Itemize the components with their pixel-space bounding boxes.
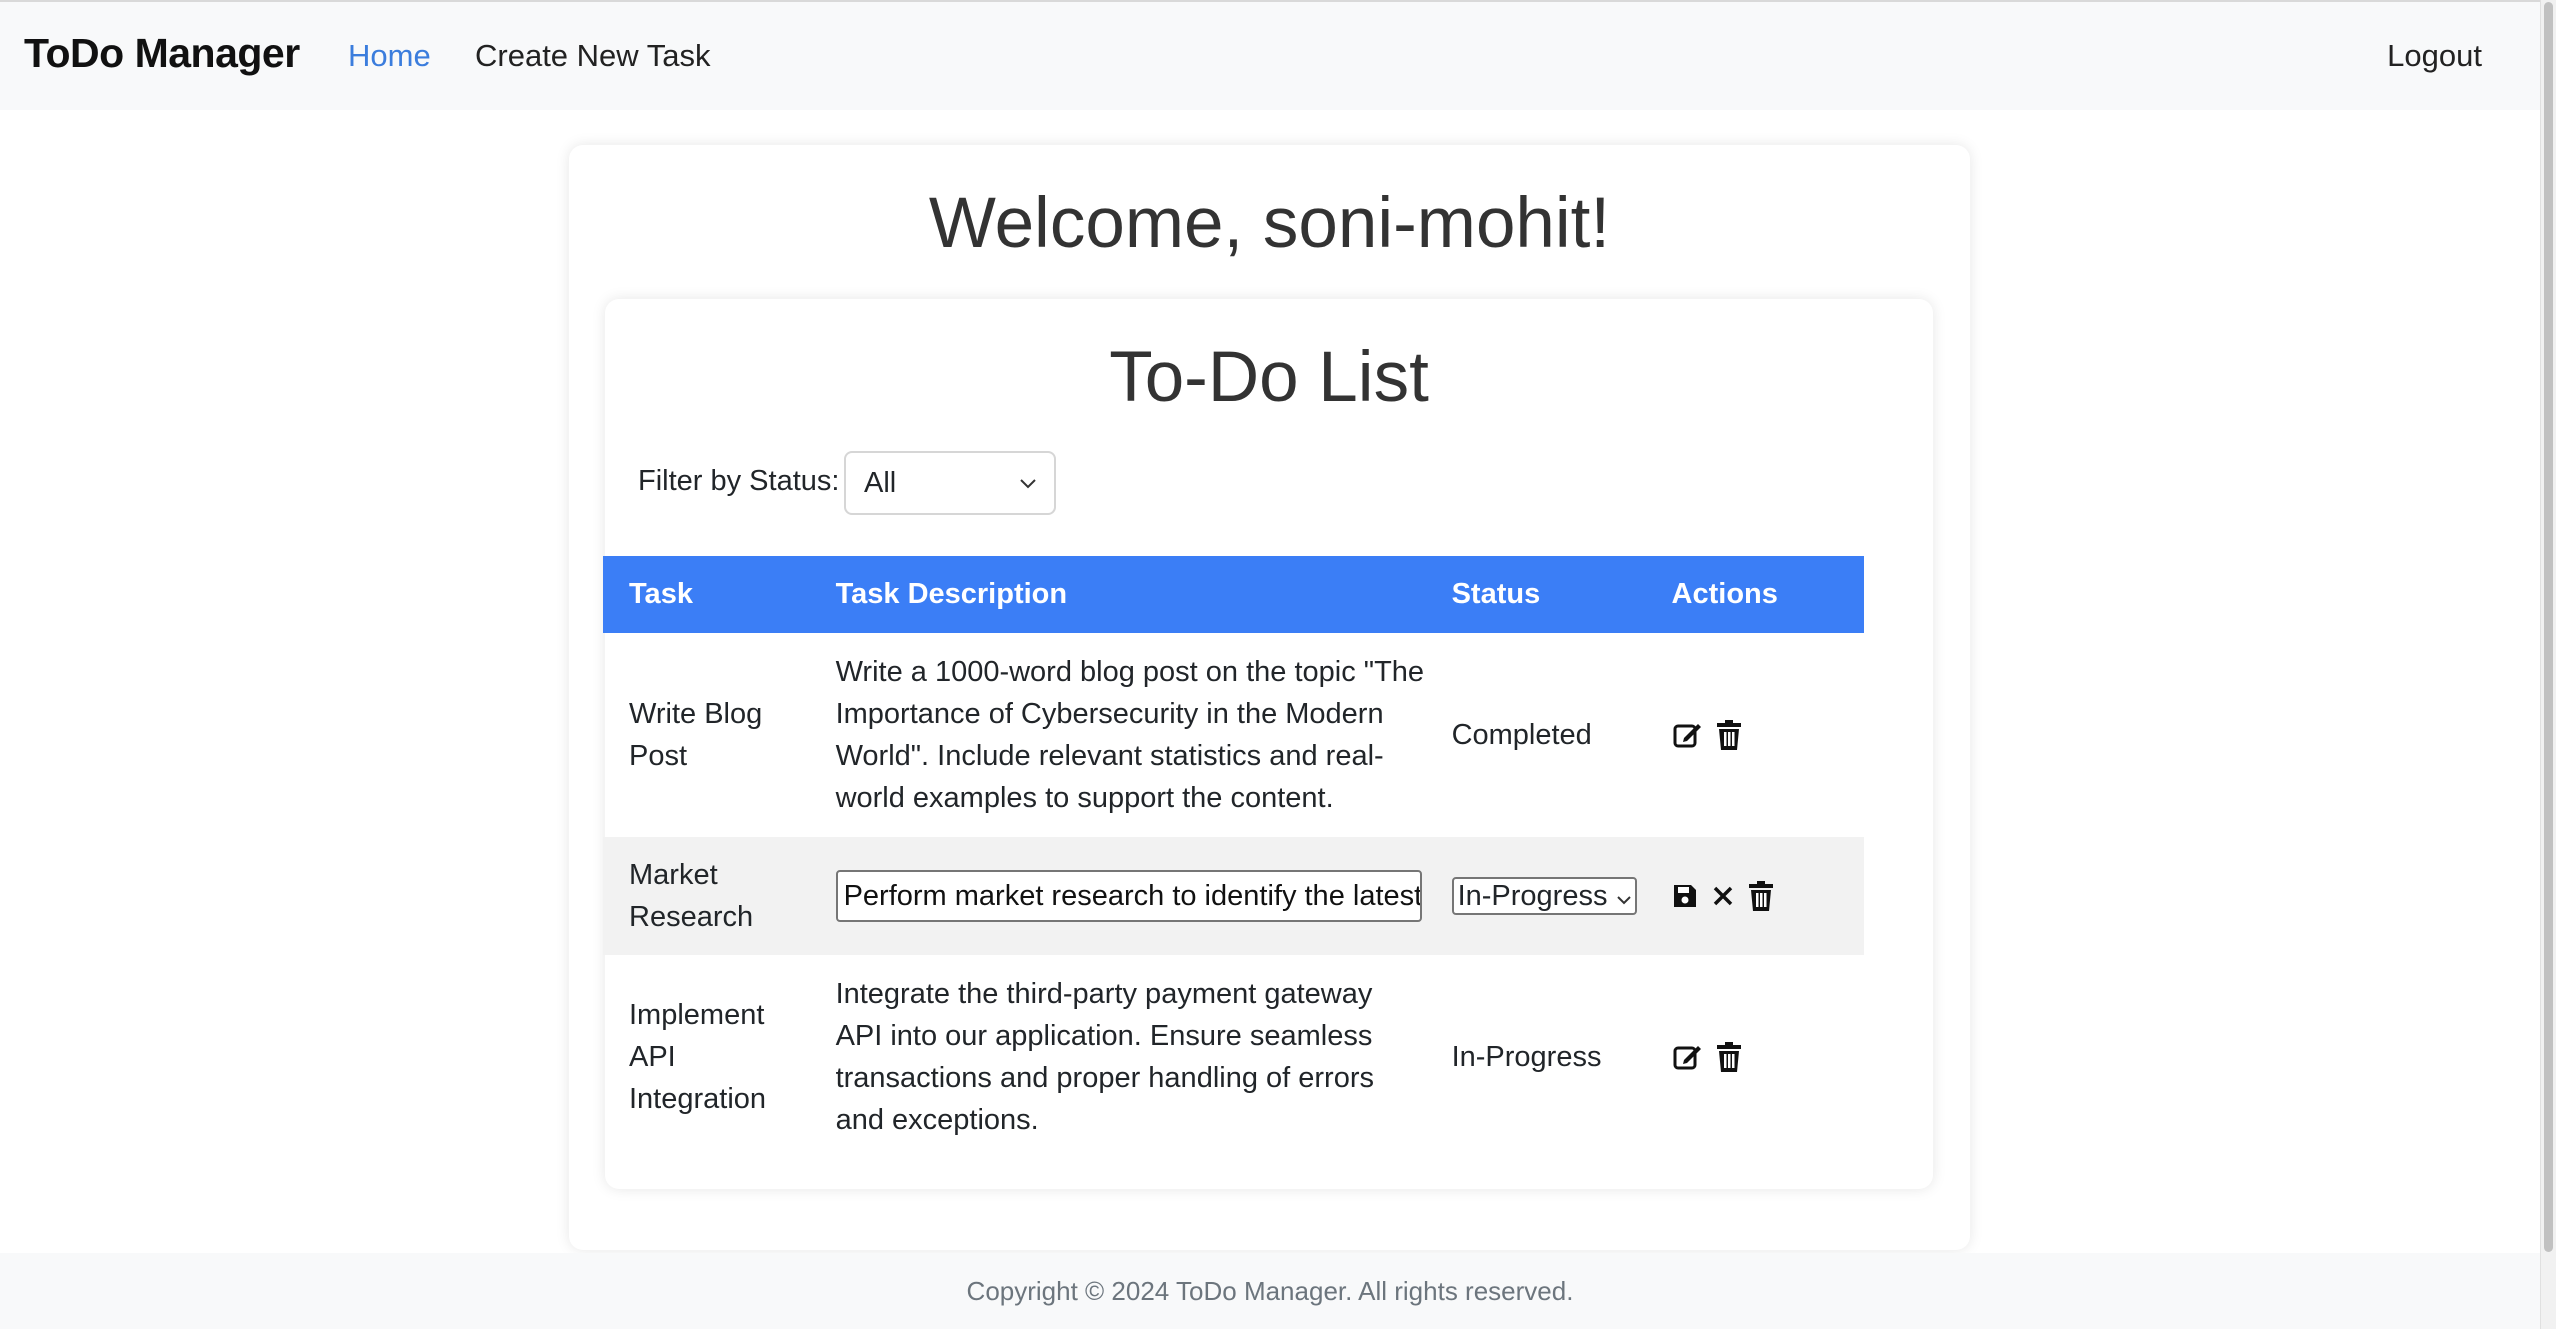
copyright-text: Copyright © 2024 ToDo Manager. All right… (966, 1276, 1574, 1306)
brand-logo[interactable]: ToDo Manager (24, 30, 300, 77)
task-description: Perform market research to identify the … (809, 837, 1426, 955)
table-header-row: Task Task Description Status Actions (603, 556, 1864, 633)
task-description-text: Integrate the third-party payment gatewa… (835, 977, 1374, 1136)
task-name: Market Research (603, 837, 810, 955)
nav-link-create-task[interactable]: Create New Task (475, 38, 710, 74)
filter-status-value: All (864, 466, 897, 499)
todo-table: Task Task Description Status Actions Wri… (603, 556, 1864, 1158)
task-name: Write Blog Post (603, 633, 810, 837)
header-status: Status (1425, 556, 1646, 633)
save-icon[interactable] (1672, 883, 1698, 909)
task-actions (1646, 955, 1864, 1158)
task-description: Integrate the third-party payment gatewa… (810, 955, 1426, 1158)
navbar: ToDo Manager Home Create New Task Logout (0, 0, 2540, 110)
welcome-heading: Welcome, soni-mohit! (928, 184, 1611, 263)
table-row: Write Blog Post Write a 1000-word blog p… (603, 633, 1864, 837)
task-description-text: Write a 1000-word blog post on the topic… (835, 656, 1425, 814)
task-actions (1646, 633, 1864, 837)
table-row: Implement API Integration Integrate the … (603, 955, 1864, 1158)
page-scrollbar[interactable] (2540, 0, 2556, 1329)
trash-icon[interactable] (1748, 881, 1774, 911)
header-actions: Actions (1645, 556, 1864, 633)
todo-list-title: To-Do List (1109, 338, 1429, 417)
edit-icon[interactable] (1672, 1042, 1702, 1072)
task-status: In-Progress (1425, 837, 1646, 955)
status-edit-select[interactable]: In-Progress (1451, 875, 1637, 917)
task-name: Implement API Integration (603, 955, 810, 1158)
description-edit-input[interactable]: Perform market research to identify the … (835, 870, 1422, 922)
logout-link[interactable]: Logout (2387, 38, 2482, 74)
table-row: Market Research Perform market research … (603, 837, 1864, 955)
task-status: Completed (1451, 719, 1592, 751)
filter-status-label: Filter by Status: (638, 465, 840, 497)
task-description: Write a 1000-word blog post on the topic… (810, 633, 1426, 837)
chevron-down-icon (1616, 875, 1631, 917)
trash-icon[interactable] (1716, 720, 1742, 750)
task-status: In-Progress (1451, 1040, 1602, 1073)
nav-link-home[interactable]: Home (348, 38, 431, 74)
task-name-text: Write Blog Post (629, 698, 763, 772)
header-task-description: Task Description (809, 556, 1426, 633)
edit-icon[interactable] (1672, 720, 1702, 750)
header-task: Task (603, 556, 810, 633)
page-footer: Copyright © 2024 ToDo Manager. All right… (0, 1253, 2540, 1329)
task-name-text: Market Research (629, 859, 754, 933)
chevron-down-icon (1020, 472, 1036, 495)
task-actions (1645, 837, 1864, 955)
status-edit-value: In-Progress (1457, 880, 1608, 912)
close-icon[interactable] (1712, 885, 1734, 907)
filter-status-select[interactable]: All (844, 451, 1056, 515)
trash-icon[interactable] (1716, 1041, 1742, 1072)
task-name-text: Implement API Integration (629, 998, 767, 1115)
scrollbar-thumb[interactable] (2544, 2, 2553, 1252)
